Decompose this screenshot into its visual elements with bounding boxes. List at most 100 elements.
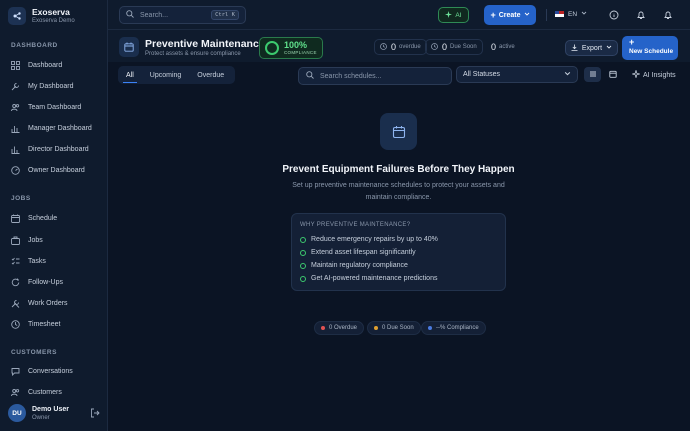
schedule-search-placeholder: Search schedules... <box>320 72 382 80</box>
page-subtitle: Protect assets & ensure compliance <box>145 51 241 57</box>
export-button[interactable]: Export <box>565 40 618 56</box>
export-button-label: Export <box>581 44 603 52</box>
refresh-icon <box>11 278 20 287</box>
tab-upcoming[interactable]: Upcoming <box>142 66 190 84</box>
brand-logo-icon <box>8 7 26 25</box>
calendar-icon <box>119 37 139 57</box>
status-select[interactable]: All Statuses <box>456 66 578 83</box>
compliance-value: 100% <box>284 40 308 50</box>
schedule-search-input[interactable]: Search schedules... <box>298 67 452 85</box>
chat-icon <box>11 367 20 376</box>
sidebar-item-label: Director Dashboard <box>28 145 89 153</box>
check-circle-icon <box>300 275 306 282</box>
sidebar-item-schedule[interactable]: Schedule <box>11 212 57 224</box>
search-placeholder: Search... <box>140 11 169 19</box>
chevron-down-icon <box>581 10 587 18</box>
stat-active-label: active <box>499 44 515 50</box>
sidebar-item-label: Team Dashboard <box>28 103 82 111</box>
footer-stat-label: --% Compliance <box>436 325 479 331</box>
sidebar-item-label: Follow-Ups <box>28 278 64 286</box>
sidebar-item-label: Owner Dashboard <box>28 166 85 174</box>
briefcase-icon <box>11 236 20 245</box>
status-select-value: All Statuses <box>463 71 500 78</box>
bar-chart-icon <box>11 124 20 133</box>
brand[interactable]: Exoserva Exoserva Demo <box>8 7 75 25</box>
sidebar-item-manager-dashboard[interactable]: Manager Dashboard <box>11 122 92 134</box>
reason-item: Get AI-powered maintenance predictions <box>300 275 437 282</box>
page-header: Preventive Maintenance Protect assets & … <box>108 30 690 62</box>
sidebar-item-team-dashboard[interactable]: Team Dashboard <box>11 101 81 113</box>
sidebar-item-timesheet[interactable]: Timesheet <box>11 318 60 330</box>
sidebar-item-label: My Dashboard <box>28 82 74 90</box>
gauge-icon <box>11 165 20 175</box>
sidebar-item-jobs[interactable]: Jobs <box>11 234 43 246</box>
check-circle-icon <box>300 262 306 269</box>
empty-state-description: Set up preventive maintenance schedules … <box>292 182 505 201</box>
notification-bell-icon[interactable] <box>663 10 673 20</box>
sidebar-item-dashboard[interactable]: Dashboard <box>11 59 62 71</box>
sidebar-item-conversations[interactable]: Conversations <box>11 365 73 377</box>
list-icon <box>589 70 597 80</box>
sidebar-item-my-dashboard[interactable]: My Dashboard <box>11 80 74 92</box>
status-dot <box>428 326 432 330</box>
search-icon <box>306 71 314 81</box>
language-selector[interactable]: EN <box>555 10 587 18</box>
info-icon[interactable] <box>609 10 619 20</box>
search-shortcut: Ctrl K <box>211 10 239 20</box>
footer-stat-label: 0 Overdue <box>329 325 358 331</box>
list-view-button[interactable] <box>584 67 601 82</box>
user-profile[interactable]: DU Demo User Owner <box>8 404 100 422</box>
footer-stat-label: 0 Due Soon <box>382 325 414 331</box>
sidebar-item-customers[interactable]: Customers <box>11 386 62 398</box>
sidebar-item-label: Manager Dashboard <box>28 124 92 132</box>
new-schedule-label: New Schedule <box>629 48 674 55</box>
why-title: WHY PREVENTIVE MAINTENANCE? <box>300 222 411 228</box>
new-schedule-button[interactable]: + New Schedule <box>622 36 678 60</box>
plus-icon: + <box>490 10 496 20</box>
bell-icon[interactable] <box>636 10 646 20</box>
footer-stat-due-soon: 0 Due Soon <box>367 321 421 335</box>
logout-icon[interactable] <box>90 408 100 420</box>
stat-due-soon: 0 Due Soon <box>425 39 483 55</box>
tab-overdue[interactable]: Overdue <box>189 66 232 84</box>
status-dot <box>321 326 325 330</box>
sidebar-item-label: Schedule <box>28 214 58 222</box>
nav-section-dashboard: DASHBOARD <box>11 42 58 49</box>
sidebar-item-tasks[interactable]: Tasks <box>11 255 46 267</box>
tasks-icon <box>11 257 20 266</box>
plus-icon: + <box>629 37 635 47</box>
empty-state-title: Prevent Equipment Failures Before They H… <box>282 164 515 175</box>
ai-insights-label: AI Insights <box>643 71 676 79</box>
stat-active: 0 active <box>482 39 520 55</box>
calendar-view-button[interactable] <box>604 67 621 82</box>
sidebar-item-label: Dashboard <box>28 61 63 69</box>
sidebar-item-label: Customers <box>28 388 62 396</box>
grid-icon <box>11 60 20 70</box>
ai-button[interactable]: AI <box>438 7 469 23</box>
stat-due-soon-label: Due Soon <box>450 44 477 50</box>
stat-active-value: 0 <box>491 42 497 52</box>
brand-name: Exoserva <box>32 7 70 17</box>
ai-button-label: AI <box>455 11 462 19</box>
language-label: EN <box>568 10 578 18</box>
chevron-down-icon <box>524 11 530 19</box>
status-dot <box>374 326 378 330</box>
sidebar-item-owner-dashboard[interactable]: Owner Dashboard <box>11 164 85 176</box>
sidebar-item-director-dashboard[interactable]: Director Dashboard <box>11 143 89 155</box>
sidebar-item-follow-ups[interactable]: Follow-Ups <box>11 276 63 288</box>
stat-overdue-value: 0 <box>391 42 397 52</box>
download-icon <box>571 44 578 53</box>
users-icon <box>11 388 20 397</box>
check-circle-icon <box>300 249 306 256</box>
stat-overdue: 0 overdue <box>374 39 427 55</box>
sidebar-item-work-orders[interactable]: Work Orders <box>11 297 68 309</box>
calendar-icon <box>608 70 617 80</box>
ai-insights-button[interactable]: AI Insights <box>631 69 676 80</box>
tab-all[interactable]: All <box>118 66 142 84</box>
filter-tabs: All Upcoming Overdue <box>118 66 235 84</box>
global-search-input[interactable]: Search... Ctrl K <box>119 6 246 24</box>
compliance-badge: 100% COMPLIANCE <box>259 37 323 59</box>
users-icon <box>11 103 20 112</box>
create-button[interactable]: + Create <box>484 5 536 25</box>
reason-item: Extend asset lifespan significantly <box>300 249 416 256</box>
